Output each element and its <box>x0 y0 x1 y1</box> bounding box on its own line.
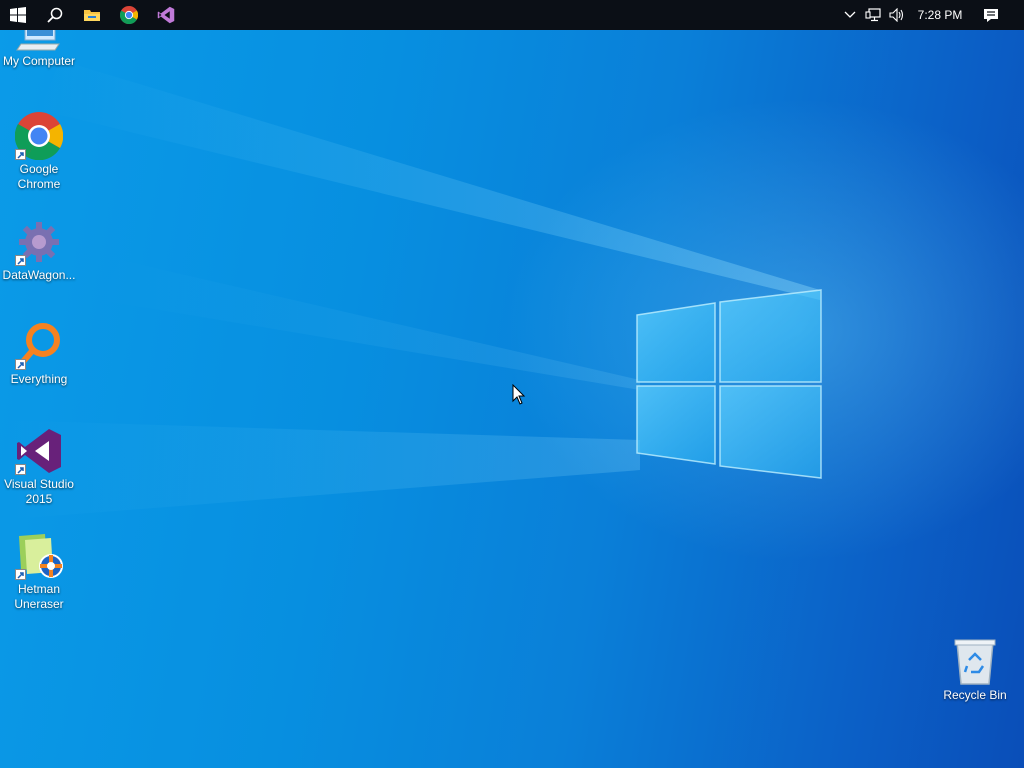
windows-start-icon <box>10 7 26 23</box>
desktop-icon-visual-studio[interactable]: Visual Studio 2015 <box>0 427 78 507</box>
search-button[interactable] <box>37 0 73 30</box>
desktop-icon-label: My Computer <box>2 54 76 68</box>
volume-icon <box>889 8 904 22</box>
taskbar-clock[interactable]: 7:28 PM <box>912 0 968 30</box>
recycle-bin-icon <box>951 638 999 686</box>
action-center-icon <box>984 8 998 22</box>
windows-logo <box>636 289 822 479</box>
taskbar-file-explorer[interactable] <box>74 0 110 30</box>
shortcut-arrow-icon <box>15 569 26 580</box>
desktop-icon-hetman-uneraser[interactable]: Hetman Uneraser <box>0 532 78 612</box>
shortcut-arrow-icon <box>15 255 26 266</box>
taskbar: 7:28 PM <box>0 0 1024 30</box>
search-icon <box>47 7 63 23</box>
desktop-icon-everything[interactable]: Everything <box>0 322 78 387</box>
taskbar-google-chrome[interactable] <box>111 0 147 30</box>
hetman-uneraser-icon <box>15 532 63 580</box>
volume-button[interactable] <box>886 0 908 30</box>
desktop-icon-datawagon[interactable]: DataWagon... <box>0 218 78 283</box>
desktop-icon-label: Visual Studio 2015 <box>4 477 74 506</box>
network-button[interactable] <box>862 0 884 30</box>
chrome-icon <box>120 6 138 24</box>
chrome-icon <box>14 112 64 161</box>
show-hidden-icons-button[interactable] <box>840 0 860 30</box>
mouse-cursor-icon <box>512 384 526 405</box>
shortcut-arrow-icon <box>15 464 26 475</box>
shortcut-arrow-icon <box>15 359 26 370</box>
desktop-icon-label: Recycle Bin <box>943 688 1007 702</box>
desktop-icon-label: Everything <box>10 372 68 386</box>
desktop-icon-recycle-bin[interactable]: Recycle Bin <box>936 638 1014 703</box>
start-button[interactable] <box>0 0 36 30</box>
action-center-button[interactable] <box>978 0 1004 30</box>
desktop[interactable]: My Computer Google Chrome DataWagon... E… <box>0 0 1024 768</box>
datawagon-icon <box>15 218 63 266</box>
network-icon <box>865 8 881 22</box>
chevron-up-icon <box>844 11 856 18</box>
desktop-icon-label: DataWagon... <box>2 268 76 282</box>
everything-search-icon <box>15 322 63 370</box>
folder-icon <box>84 10 100 21</box>
visual-studio-icon <box>15 427 63 475</box>
desktop-icon-label: Hetman Uneraser <box>14 582 64 611</box>
visual-studio-icon <box>157 6 175 24</box>
taskbar-visual-studio[interactable] <box>148 0 184 30</box>
desktop-icon-google-chrome[interactable]: Google Chrome <box>0 112 78 192</box>
desktop-icon-label: Google Chrome <box>17 162 61 191</box>
shortcut-arrow-icon <box>15 149 26 160</box>
